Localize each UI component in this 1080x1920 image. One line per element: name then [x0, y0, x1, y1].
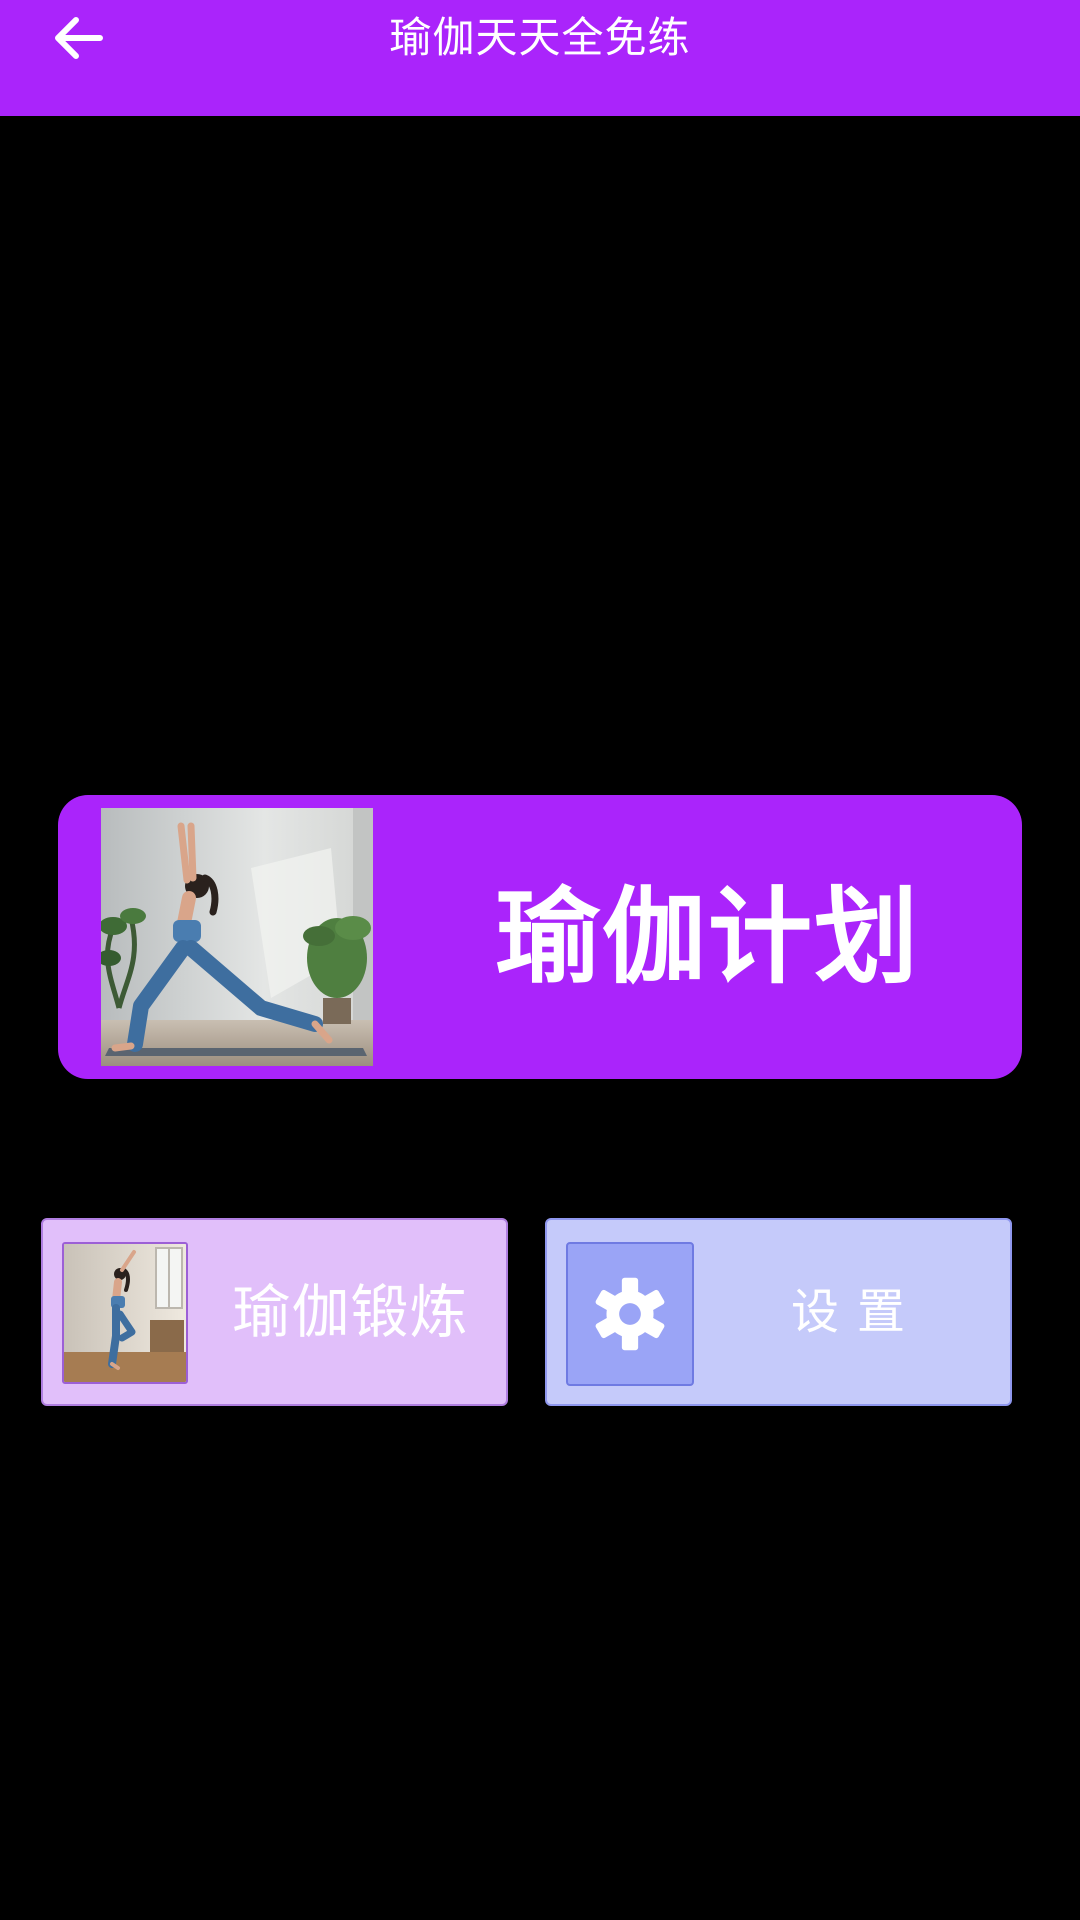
yoga-plan-label: 瑜伽计划 — [495, 876, 920, 998]
app-screen: 瑜伽天天全免练 瑜伽计划 瑜伽锻炼 设置 — [0, 0, 1080, 1920]
gear-icon — [595, 1277, 665, 1351]
yoga-lunge-photo — [101, 808, 373, 1066]
yoga-standing-photo — [62, 1242, 188, 1384]
settings-button[interactable]: 设置 — [545, 1218, 1012, 1406]
settings-label: 设置 — [790, 1284, 923, 1340]
yoga-plan-button[interactable]: 瑜伽计划 — [58, 795, 1022, 1079]
settings-icon-box — [566, 1242, 694, 1386]
yoga-practice-button[interactable]: 瑜伽锻炼 — [41, 1218, 508, 1406]
app-bar: 瑜伽天天全免练 — [0, 0, 1080, 116]
page-title: 瑜伽天天全免练 — [389, 13, 691, 62]
yoga-practice-label: 瑜伽锻炼 — [232, 1278, 469, 1346]
